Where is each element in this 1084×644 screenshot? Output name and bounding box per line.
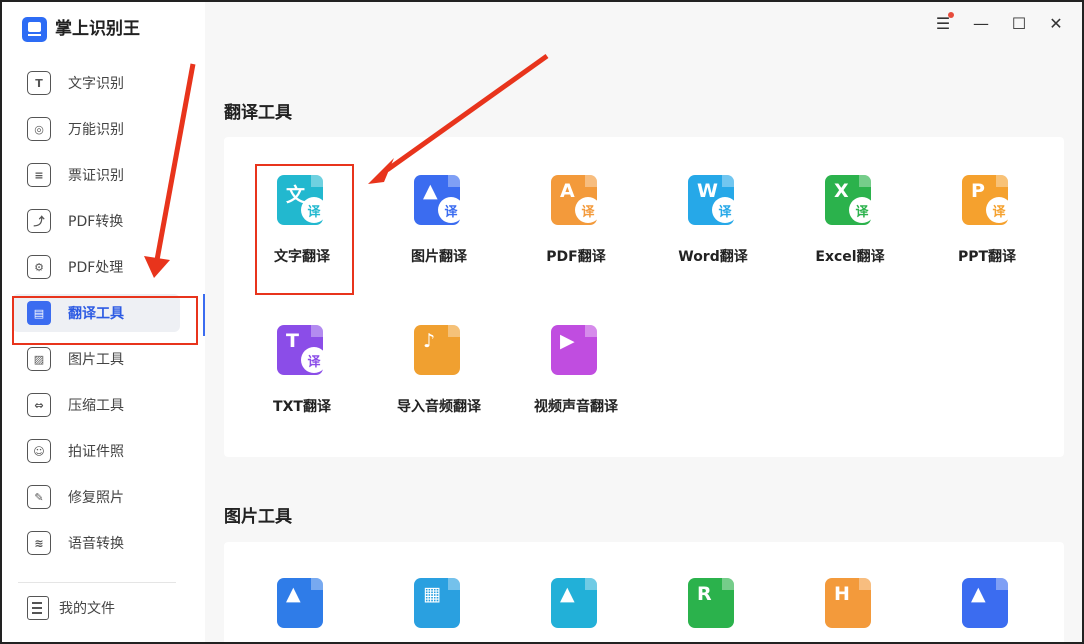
app-window: 掌上识别王 T 文字识别 ◎ 万能识别 ≡ 票证识别 ⤴ PDF转换 ⚙ PDF处理 ▤ 翻译工具 ▨ 图… [0, 0, 1084, 644]
arrow-head-sidebar [144, 256, 170, 278]
arrow-to-sidebar [154, 63, 196, 261]
annotation-arrows [144, 53, 549, 278]
arrow-head-tool [368, 158, 394, 184]
arrow-to-tool [385, 53, 549, 173]
